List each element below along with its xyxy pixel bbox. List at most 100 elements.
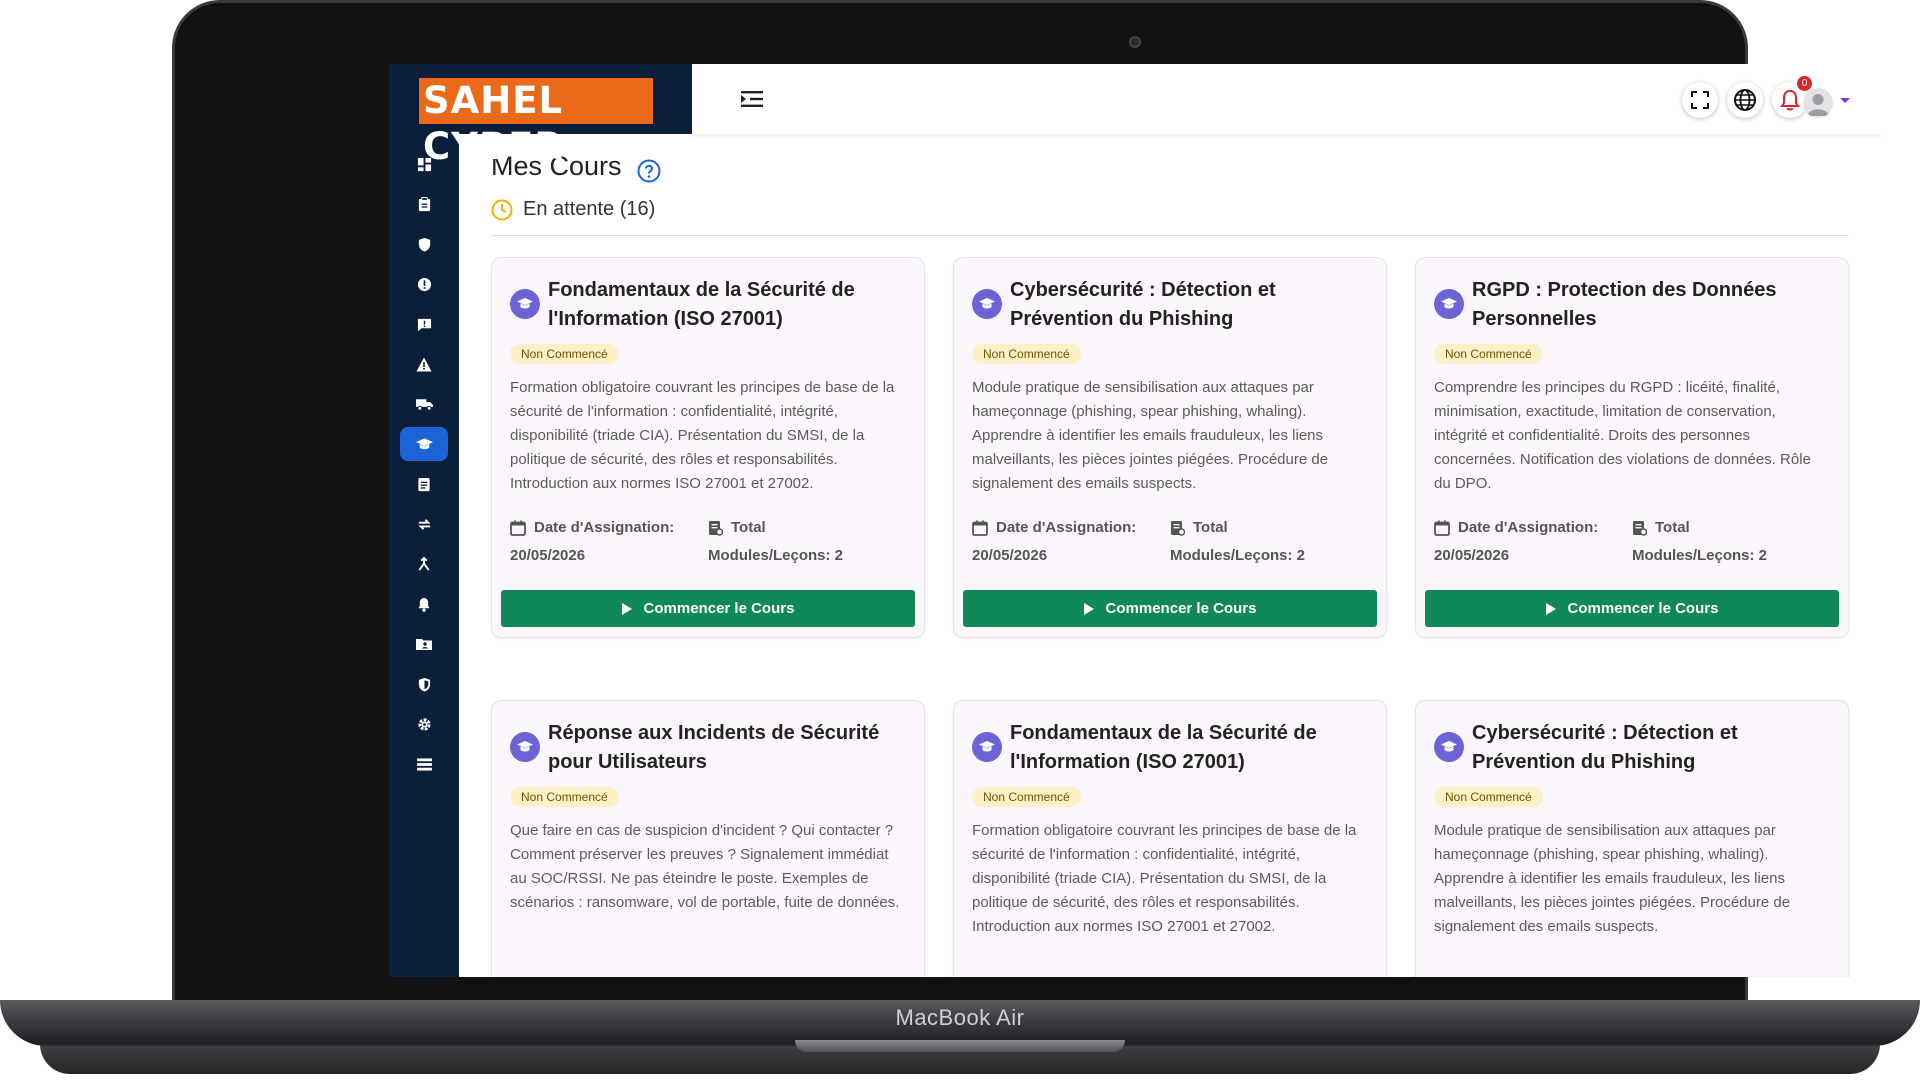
course-description: Formation obligatoire couvrant les princ… xyxy=(972,822,1357,935)
modules-icon xyxy=(1171,521,1185,536)
shield-icon xyxy=(418,237,430,252)
sidebar-item-more[interactable] xyxy=(389,744,459,784)
laptop-lid: SAHEL CYBER 0 Mes Cours xyxy=(172,0,1881,1020)
sidebar-item-continuity[interactable] xyxy=(389,504,459,544)
topbar: 0 xyxy=(692,64,1881,134)
modules-icon xyxy=(1633,521,1647,536)
user-menu-caret[interactable] xyxy=(1840,98,1850,103)
start-course-button[interactable]: Commencer le Cours xyxy=(963,590,1377,627)
graduation-cap-icon xyxy=(972,732,1002,762)
message-alert-icon xyxy=(417,318,431,331)
course-description: Comprendre les principes du RGPD : licéi… xyxy=(1434,379,1811,492)
sidebar-nav xyxy=(389,144,459,784)
total-value: Modules/Leçons: 2 xyxy=(1632,547,1768,564)
screen: SAHEL CYBER 0 Mes Cours xyxy=(389,64,1881,977)
status-badge: Non Commencé xyxy=(972,787,1081,807)
graduation-cap-icon xyxy=(510,289,540,319)
warning-triangle-icon xyxy=(416,357,432,371)
course-description: Module pratique de sensibilisation aux a… xyxy=(1434,822,1791,935)
course-title: Fondamentaux de la Sécurité de l'Informa… xyxy=(548,279,855,330)
calendar-icon xyxy=(510,520,526,536)
camera-dot xyxy=(1129,36,1141,48)
status-badge: Non Commencé xyxy=(1434,787,1543,807)
menu-indent-icon xyxy=(741,91,763,107)
total-value: Modules/Leçons: 2 xyxy=(1170,547,1306,564)
status-badge: Non Commencé xyxy=(1434,344,1543,364)
start-course-label: Commencer le Cours xyxy=(1567,600,1719,617)
clock-icon xyxy=(491,199,513,220)
status-badge: Non Commencé xyxy=(972,344,1081,364)
calendar-icon xyxy=(972,520,988,536)
total-label: Total xyxy=(731,519,766,536)
course-card: Cybersécurité : Détection et Prévention … xyxy=(953,257,1387,638)
notification-badge: 0 xyxy=(1797,76,1812,91)
language-button[interactable] xyxy=(1727,82,1763,118)
status-badge: Non Commencé xyxy=(510,344,619,364)
avatar[interactable] xyxy=(1803,88,1833,118)
start-course-label: Commencer le Cours xyxy=(643,600,795,617)
truck-icon xyxy=(415,399,433,411)
course-card: Fondamentaux de la Sécurité de l'Informa… xyxy=(953,700,1387,977)
sidebar-item-alerts[interactable] xyxy=(389,584,459,624)
graduation-cap-icon xyxy=(510,732,540,762)
course-title: Fondamentaux de la Sécurité de l'Informa… xyxy=(1010,722,1317,773)
course-card: Cybersécurité : Détection et Prévention … xyxy=(1415,700,1849,977)
list-icon xyxy=(416,757,432,771)
play-icon xyxy=(1545,602,1556,615)
course-title: RGPD : Protection des Données Personnell… xyxy=(1472,279,1777,330)
fullscreen-button[interactable] xyxy=(1682,82,1718,118)
alert-circle-icon xyxy=(417,277,431,291)
help-icon[interactable] xyxy=(637,159,661,183)
sidebar-item-incidents[interactable] xyxy=(389,264,459,304)
logo[interactable]: SAHEL CYBER xyxy=(419,78,653,168)
play-icon xyxy=(1083,602,1094,615)
date-label: Date d'Assignation: xyxy=(996,519,1137,536)
date-label: Date d'Assignation: xyxy=(534,519,675,536)
course-card: Réponse aux Incidents de Sécurité pour U… xyxy=(491,700,925,977)
user-avatar-icon xyxy=(1807,94,1829,116)
sidebar-item-settings[interactable] xyxy=(389,704,459,744)
total-value: Modules/Leçons: 2 xyxy=(708,547,844,564)
graduation-cap-icon xyxy=(415,438,433,450)
sidebar-item-courses[interactable] xyxy=(389,424,459,464)
sidebar-item-reports[interactable] xyxy=(389,304,459,344)
sidebar-item-security[interactable] xyxy=(389,224,459,264)
date-value: 20/05/2026 xyxy=(1434,547,1510,564)
sidebar-item-risks[interactable] xyxy=(389,344,459,384)
course-description: Formation obligatoire couvrant les princ… xyxy=(510,379,895,492)
logo-area: SAHEL CYBER xyxy=(389,64,692,168)
bell-icon xyxy=(418,597,430,612)
folder-user-icon xyxy=(416,639,432,650)
course-title: Réponse aux Incidents de Sécurité pour U… xyxy=(548,722,880,773)
shield-check-icon xyxy=(418,677,430,692)
sync-icon xyxy=(417,518,431,530)
date-label: Date d'Assignation: xyxy=(1458,519,1599,536)
modules-icon xyxy=(709,521,723,536)
status-row: En attente (16) xyxy=(491,198,655,221)
graduation-cap-icon xyxy=(1434,289,1464,319)
sidebar-item-suppliers[interactable] xyxy=(389,384,459,424)
total-label: Total xyxy=(1193,519,1228,536)
course-description: Que faire en cas de suspicion d'incident… xyxy=(510,822,900,911)
sidebar-item-compliance[interactable] xyxy=(389,664,459,704)
sidebar-item-documents[interactable] xyxy=(389,624,459,664)
start-course-button[interactable]: Commencer le Cours xyxy=(501,590,915,627)
globe-icon xyxy=(1734,89,1756,111)
laptop-hinge-notch xyxy=(795,1040,1125,1052)
sidebar xyxy=(389,64,459,977)
document-icon xyxy=(418,477,430,491)
device-label: MacBook Air xyxy=(895,1005,1025,1030)
sidebar-item-processes[interactable] xyxy=(389,544,459,584)
play-icon xyxy=(621,602,632,615)
fullscreen-icon xyxy=(1691,91,1709,109)
menu-toggle-button[interactable] xyxy=(738,86,768,112)
person-branch-icon xyxy=(418,556,430,571)
sidebar-item-policies[interactable] xyxy=(389,464,459,504)
bell-icon xyxy=(1780,89,1800,111)
total-label: Total xyxy=(1655,519,1690,536)
course-description: Module pratique de sensibilisation aux a… xyxy=(972,379,1329,492)
start-course-button[interactable]: Commencer le Cours xyxy=(1425,590,1839,627)
status-label: En attente (16) xyxy=(523,198,656,220)
date-value: 20/05/2026 xyxy=(972,547,1048,564)
sidebar-item-assessments[interactable] xyxy=(389,184,459,224)
